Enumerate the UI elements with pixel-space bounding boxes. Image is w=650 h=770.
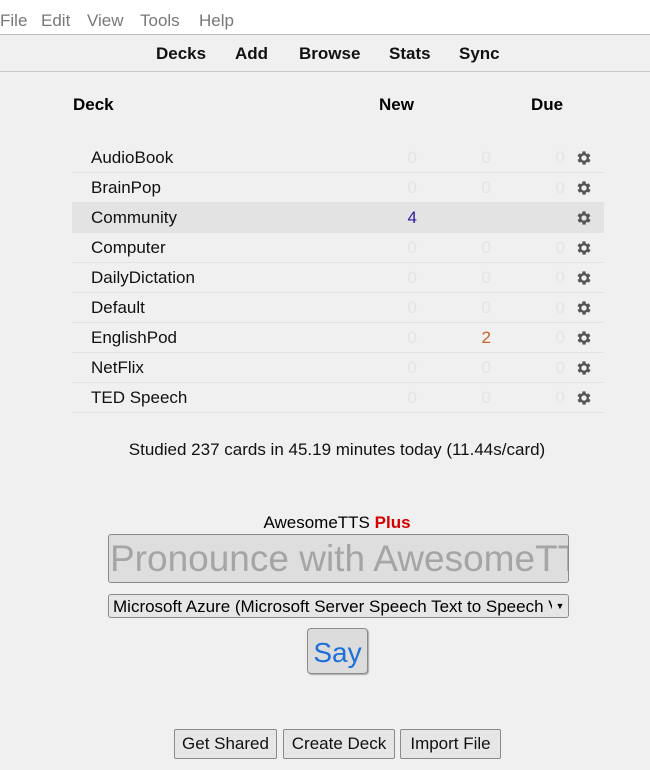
deck-name[interactable]: TED Speech <box>91 388 187 408</box>
due-count: 0 <box>555 148 565 167</box>
deck-row[interactable]: Computer 0 0 0 <box>72 233 604 263</box>
import-file-button[interactable]: Import File <box>400 729 501 759</box>
deck-row[interactable]: Default 0 0 0 <box>72 293 604 323</box>
gear-icon[interactable] <box>575 179 593 197</box>
get-shared-button[interactable]: Get Shared <box>174 729 277 759</box>
gear-icon[interactable] <box>575 389 593 407</box>
toolbar-decks-link[interactable]: Decks <box>156 44 206 64</box>
new-count: 0 <box>407 238 417 257</box>
deck-name[interactable]: AudioBook <box>91 148 173 168</box>
deck-row[interactable]: BrainPop 0 0 0 <box>72 173 604 203</box>
deck-name[interactable]: EnglishPod <box>91 328 177 348</box>
gear-icon[interactable] <box>575 299 593 317</box>
due-count: 0 <box>555 208 565 227</box>
gear-icon[interactable] <box>575 269 593 287</box>
learn-count: 2 <box>481 328 491 347</box>
pronounce-button-label: Pronounce with AwesomeTTS <box>110 538 569 579</box>
toolbar-add-link[interactable]: Add <box>235 44 268 64</box>
say-button[interactable]: Say <box>307 628 368 674</box>
toolbar-browse-link[interactable]: Browse <box>299 44 360 64</box>
menu-view[interactable]: View <box>87 11 124 31</box>
learn-count: 0 <box>481 358 491 377</box>
deck-column-header: Deck <box>73 95 114 114</box>
learn-count: 0 <box>481 298 491 317</box>
gear-icon[interactable] <box>575 359 593 377</box>
due-count: 0 <box>555 298 565 317</box>
learn-count: 0 <box>481 238 491 257</box>
due-column-header: Due <box>531 95 564 114</box>
gear-icon[interactable] <box>575 209 593 227</box>
deck-row[interactable]: AudioBook 0 0 0 <box>72 143 604 173</box>
learn-count: 0 <box>481 208 491 227</box>
toolbar-stats-link[interactable]: Stats <box>389 44 431 64</box>
due-count: 0 <box>555 268 565 287</box>
due-count: 0 <box>555 238 565 257</box>
tts-title: AwesomeTTS Plus <box>0 513 650 533</box>
new-count: 0 <box>407 178 417 197</box>
create-deck-button[interactable]: Create Deck <box>283 729 395 759</box>
toolbar: Decks Add Browse Stats Sync <box>0 35 650 71</box>
new-count: 0 <box>407 148 417 167</box>
new-count: 0 <box>407 388 417 407</box>
deck-name[interactable]: BrainPop <box>91 178 161 198</box>
deck-row[interactable]: TED Speech 0 0 0 <box>72 383 604 413</box>
toolbar-sync-link[interactable]: Sync <box>459 44 500 64</box>
deck-name[interactable]: Community <box>91 208 177 228</box>
deck-row[interactable]: DailyDictation 0 0 0 <box>72 263 604 293</box>
menu-file[interactable]: File <box>0 11 27 31</box>
say-button-label: Say <box>313 637 362 668</box>
voice-select[interactable]: Microsoft Azure (Microsoft Server Speech… <box>108 594 569 618</box>
deck-row[interactable]: EnglishPod 0 2 0 <box>72 323 604 353</box>
deck-name[interactable]: NetFlix <box>91 358 144 378</box>
learn-count: 0 <box>481 268 491 287</box>
tts-plus-label: Plus <box>374 513 411 532</box>
deck-row[interactable]: NetFlix 0 0 0 <box>72 353 604 383</box>
deck-row-current[interactable]: Community 4 0 0 <box>72 203 604 233</box>
menu-bar: File Edit View Tools Help <box>0 0 650 34</box>
learn-count: 0 <box>481 148 491 167</box>
voice-select-value: Microsoft Azure (Microsoft Server Speech… <box>113 597 569 616</box>
due-count: 0 <box>555 358 565 377</box>
toolbar-divider <box>0 71 650 72</box>
due-count: 0 <box>555 388 565 407</box>
due-count: 0 <box>555 178 565 197</box>
menu-tools[interactable]: Tools <box>140 11 180 31</box>
pronounce-button[interactable]: Pronounce with AwesomeTTS <box>108 534 569 583</box>
menu-edit[interactable]: Edit <box>41 11 70 31</box>
gear-icon[interactable] <box>575 239 593 257</box>
due-count: 0 <box>555 328 565 347</box>
new-count: 0 <box>407 268 417 287</box>
tts-title-text: AwesomeTTS <box>263 513 370 532</box>
new-count: 4 <box>407 208 417 227</box>
new-count: 0 <box>407 298 417 317</box>
new-count: 0 <box>407 358 417 377</box>
study-summary: Studied 237 cards in 45.19 minutes today… <box>128 440 546 459</box>
gear-icon[interactable] <box>575 329 593 347</box>
learn-count: 0 <box>481 178 491 197</box>
deck-name[interactable]: Computer <box>91 238 166 258</box>
triangle-down-icon: ▼ <box>552 595 568 617</box>
gear-icon[interactable] <box>575 149 593 167</box>
new-count: 0 <box>407 328 417 347</box>
deck-name[interactable]: DailyDictation <box>91 268 195 288</box>
learn-count: 0 <box>481 388 491 407</box>
new-column-header: New <box>379 95 414 114</box>
deck-name[interactable]: Default <box>91 298 145 318</box>
menu-help[interactable]: Help <box>199 11 234 31</box>
